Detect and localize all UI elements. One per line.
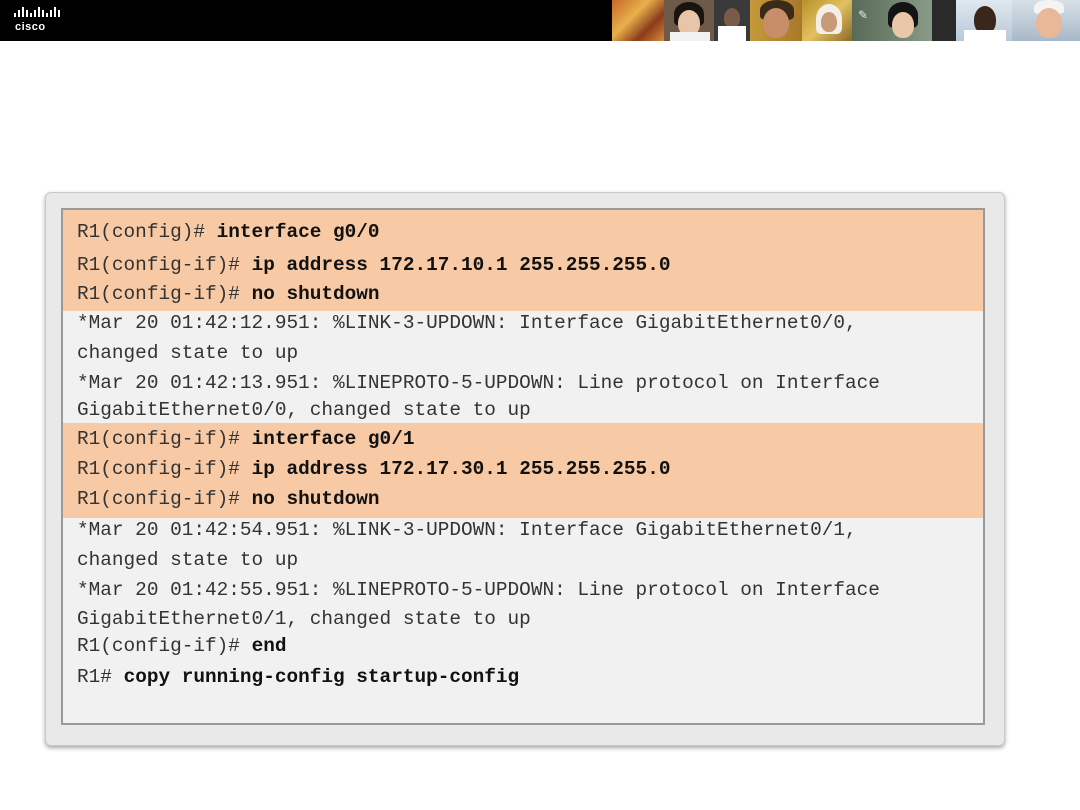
cli-command: ip address 172.17.30.1 255.255.255.0 (251, 458, 671, 480)
terminal-window: R1(config)# interface g0/0 R1(config-if)… (61, 208, 985, 725)
cisco-bridge-logo-icon (14, 7, 60, 17)
output-block: *Mar 20 01:42:54.951: %LINK-3-UPDOWN: In… (63, 518, 983, 634)
cli-command: interface g0/0 (216, 221, 380, 243)
output-line: *Mar 20 01:42:13.951: %LINEPROTO-5-UPDOW… (77, 372, 880, 394)
cli-command: copy running-config startup-config (123, 666, 520, 688)
photo-tile (802, 0, 852, 41)
output-line: changed state to up (77, 549, 299, 571)
cli-prompt: R1(config-if)# (77, 635, 240, 657)
cli-prompt: R1(config-if)# (77, 488, 240, 510)
output-block: *Mar 20 01:42:12.951: %LINK-3-UPDOWN: In… (63, 311, 983, 423)
cli-line: R1(config-if)# end (77, 634, 286, 658)
cli-prompt: R1# (77, 666, 112, 688)
cli-command: no shutdown (251, 283, 380, 305)
photo-tile (714, 0, 750, 41)
photo-tile (1012, 0, 1080, 41)
output-line: *Mar 20 01:42:55.951: %LINEPROTO-5-UPDOW… (77, 579, 880, 601)
output-line: *Mar 20 01:42:12.951: %LINK-3-UPDOWN: In… (77, 312, 857, 334)
cli-line: R1(config-if)# no shutdown (77, 282, 380, 306)
cli-command: interface g0/1 (251, 428, 415, 450)
cli-prompt: R1(config-if)# (77, 458, 240, 480)
output-line: GigabitEthernet0/1, changed state to up (77, 608, 531, 630)
photo-tile (932, 0, 956, 41)
cli-prompt: R1(config-if)# (77, 254, 240, 276)
command-block: R1(config)# interface g0/0 R1(config-if)… (63, 210, 983, 311)
photo-tile (750, 0, 802, 41)
header-bar: cisco ✎ (0, 0, 1080, 41)
cli-line: R1(config-if)# no shutdown (77, 487, 380, 511)
cli-command: no shutdown (251, 488, 380, 510)
photo-tile (956, 0, 1012, 41)
output-line: *Mar 20 01:42:54.951: %LINK-3-UPDOWN: In… (77, 519, 857, 541)
command-block: R1(config-if)# interface g0/1 R1(config-… (63, 423, 983, 518)
cli-prompt: R1(config-if)# (77, 283, 240, 305)
cli-command: end (251, 635, 287, 657)
cli-line: R1(config-if)# ip address 172.17.30.1 25… (77, 457, 670, 481)
final-command-block: R1(config-if)# end R1# copy running-conf… (63, 634, 983, 714)
cli-line: R1# copy running-config startup-config (77, 665, 519, 689)
cisco-wordmark: cisco (15, 21, 46, 33)
cisco-logo: cisco (13, 6, 65, 36)
people-photo-strip: ✎ (612, 0, 1080, 41)
cli-line: R1(config-if)# interface g0/1 (77, 427, 414, 451)
cli-line: R1(config-if)# ip address 172.17.10.1 25… (77, 253, 670, 277)
output-line: GigabitEthernet0/0, changed state to up (77, 399, 531, 421)
cli-prompt: R1(config-if)# (77, 428, 240, 450)
terminal-panel: R1(config)# interface g0/0 R1(config-if)… (45, 192, 1005, 746)
cli-line: R1(config)# interface g0/0 (77, 220, 380, 244)
cli-command: ip address 172.17.10.1 255.255.255.0 (251, 254, 671, 276)
output-line: changed state to up (77, 342, 299, 364)
photo-tile (612, 0, 664, 41)
cli-prompt: R1(config)# (77, 221, 205, 243)
photo-tile (664, 0, 714, 41)
photo-tile: ✎ (852, 0, 932, 41)
